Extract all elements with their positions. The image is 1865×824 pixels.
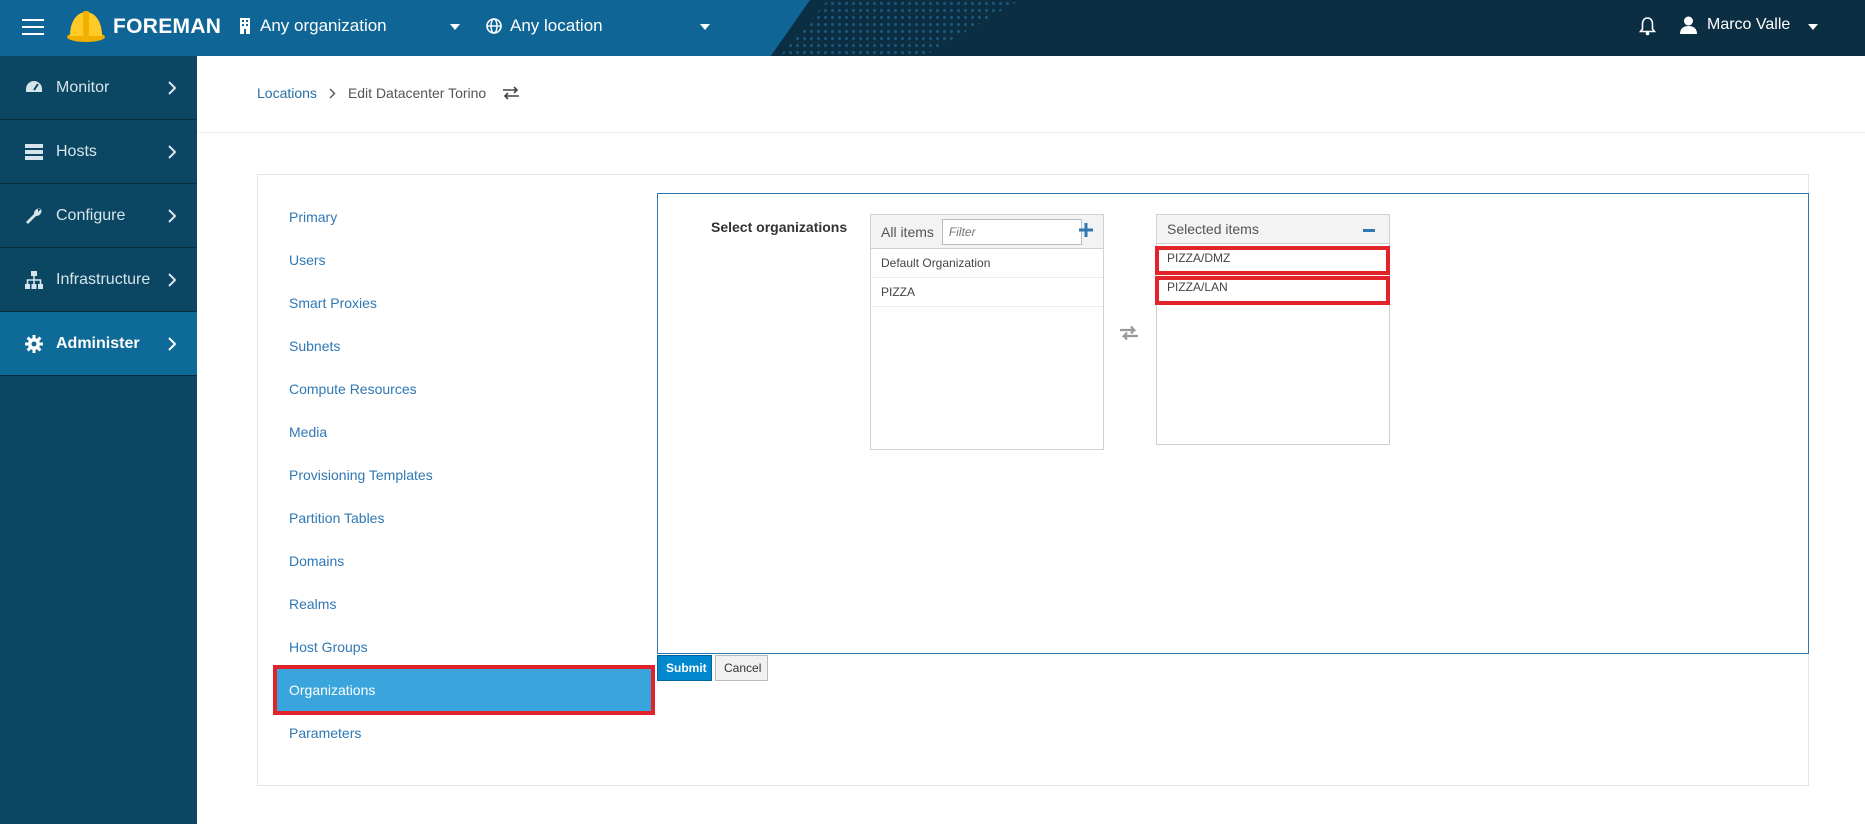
chevron-down-icon[interactable]	[1808, 24, 1818, 30]
gear-icon	[25, 334, 43, 353]
chevron-right-icon	[329, 88, 336, 98]
cancel-button[interactable]: Cancel	[715, 655, 768, 681]
bell-icon[interactable]	[1639, 16, 1656, 36]
transfer-arrows-icon	[1120, 325, 1138, 341]
brand-name[interactable]: FOREMAN	[113, 15, 221, 39]
selected-items-list: Selected items PIZZA/DMZ PIZZA/LAN	[1156, 214, 1390, 445]
navbar-pattern	[780, 0, 1020, 56]
chevron-right-icon	[168, 144, 177, 159]
sidebar-item-label: Hosts	[56, 142, 97, 160]
tab-primary[interactable]: Primary	[273, 195, 653, 238]
list-item[interactable]: Default Organization	[871, 249, 1103, 278]
tab-provisioning-templates[interactable]: Provisioning Templates	[273, 453, 653, 496]
location-tabs: Primary Users Smart Proxies Subnets Comp…	[273, 195, 653, 754]
tab-parameters[interactable]: Parameters	[273, 711, 653, 754]
chevron-right-icon	[168, 336, 177, 351]
tab-subnets[interactable]: Subnets	[273, 324, 653, 367]
chevron-right-icon	[168, 272, 177, 287]
filter-input[interactable]	[941, 218, 1082, 245]
tab-organizations[interactable]: Organizations	[273, 668, 653, 711]
chevron-down-icon[interactable]	[700, 24, 710, 30]
list-item[interactable]: PIZZA/LAN	[1157, 273, 1389, 302]
breadcrumb: Locations Edit Datacenter Torino	[257, 85, 520, 101]
selected-items-title: Selected items	[1167, 221, 1259, 237]
sidebar-item-infrastructure[interactable]: Infrastructure	[0, 248, 197, 312]
all-items-title: All items	[881, 223, 934, 240]
divider	[197, 132, 1865, 133]
selected-items-body: PIZZA/DMZ PIZZA/LAN	[1156, 244, 1390, 445]
menu-toggle-icon[interactable]	[22, 18, 44, 36]
selected-items-header: Selected items	[1156, 214, 1390, 244]
globe-icon	[486, 18, 502, 34]
switch-arrows-icon[interactable]	[502, 86, 520, 100]
tab-host-groups[interactable]: Host Groups	[273, 625, 653, 668]
sidebar-item-label: Administer	[56, 334, 140, 352]
sidebar: Monitor Hosts Configure Infrastructure A…	[0, 56, 197, 824]
sidebar-item-hosts[interactable]: Hosts	[0, 120, 197, 184]
tab-users[interactable]: Users	[273, 238, 653, 281]
plus-icon[interactable]	[1079, 223, 1093, 237]
chevron-down-icon[interactable]	[450, 24, 460, 30]
minus-icon[interactable]	[1363, 229, 1375, 232]
tab-media[interactable]: Media	[273, 410, 653, 453]
all-items-body: Default Organization PIZZA	[870, 249, 1104, 450]
tab-partition-tables[interactable]: Partition Tables	[273, 496, 653, 539]
breadcrumb-locations-link[interactable]: Locations	[257, 85, 317, 101]
all-items-list: All items Default Organization PIZZA	[870, 214, 1104, 450]
sidebar-item-configure[interactable]: Configure	[0, 184, 197, 248]
organization-switcher[interactable]: Any organization	[238, 16, 387, 36]
sidebar-item-monitor[interactable]: Monitor	[0, 56, 197, 120]
select-organizations-label: Select organizations	[711, 219, 848, 235]
tab-smart-proxies[interactable]: Smart Proxies	[273, 281, 653, 324]
server-icon	[25, 143, 43, 160]
submit-button[interactable]: Submit	[657, 655, 712, 681]
user-icon	[1680, 16, 1697, 34]
list-item[interactable]: PIZZA	[871, 278, 1103, 307]
location-label: Any location	[510, 16, 603, 35]
location-switcher[interactable]: Any location	[486, 16, 603, 36]
organization-label: Any organization	[260, 16, 387, 35]
sidebar-item-label: Infrastructure	[56, 270, 151, 288]
user-name: Marco Valle	[1707, 16, 1791, 33]
all-items-header: All items	[870, 214, 1104, 249]
sidebar-item-label: Configure	[56, 206, 126, 224]
tab-compute-resources[interactable]: Compute Resources	[273, 367, 653, 410]
tab-realms[interactable]: Realms	[273, 582, 653, 625]
top-navbar: FOREMAN Any organization Any location Ma…	[0, 0, 1865, 56]
list-item[interactable]: PIZZA/DMZ	[1157, 244, 1389, 273]
dashboard-icon	[26, 80, 42, 92]
foreman-helmet-logo	[67, 11, 105, 42]
sidebar-item-label: Monitor	[56, 78, 110, 96]
breadcrumb-current: Edit Datacenter Torino	[347, 85, 487, 101]
chevron-right-icon	[168, 208, 177, 223]
sidebar-item-administer[interactable]: Administer	[0, 312, 197, 376]
network-icon	[25, 270, 43, 289]
tab-domains[interactable]: Domains	[273, 539, 653, 582]
wrench-icon	[26, 208, 42, 224]
chevron-right-icon	[168, 80, 177, 95]
building-icon	[240, 18, 250, 34]
user-menu[interactable]: Marco Valle	[1680, 16, 1790, 34]
